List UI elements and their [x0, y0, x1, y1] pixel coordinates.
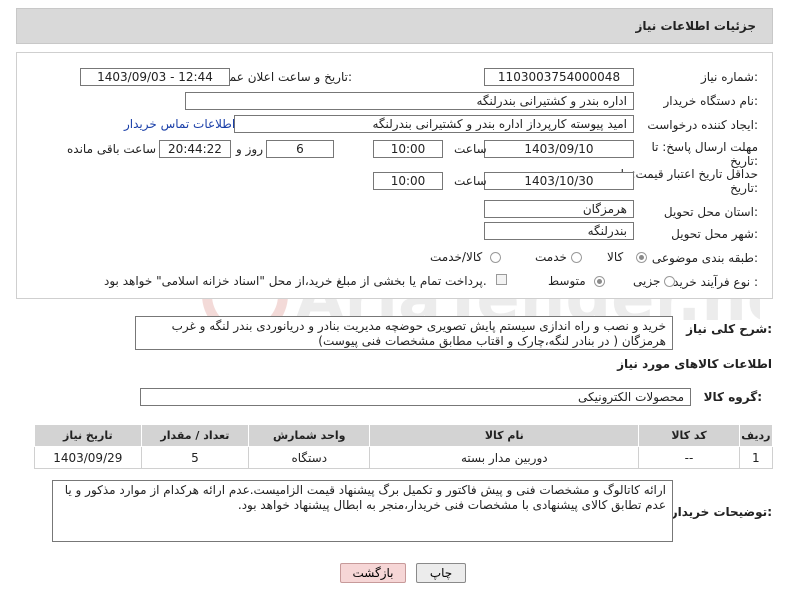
col-code-header: کد کالا — [638, 424, 740, 447]
reply-time-field: 10:00 — [373, 140, 443, 158]
row-number: 1 — [738, 446, 774, 469]
requester-field: امید پیوسته کارپرداز اداره بندر و کشتیرا… — [234, 115, 634, 133]
price-deadline-label-2: تاریخ: — [730, 181, 758, 195]
category-service-label: خدمت — [535, 250, 567, 264]
price-date-field: 1403/10/30 — [484, 172, 634, 190]
purchase-medium-radio[interactable] — [594, 276, 605, 287]
category-goods-label: کالا — [607, 250, 624, 264]
delivery-city-field: بندرلنگه — [484, 222, 634, 240]
remaining-label: ساعت باقی مانده — [67, 142, 157, 156]
announce-datetime-field: 1403/09/03 - 12:44 — [80, 68, 230, 86]
purchase-minor-label: جزیی — [633, 274, 661, 288]
buyer-notes-label: توضیحات خریدار: — [670, 505, 772, 519]
category-goods-service-label: کالا/خدمت — [430, 250, 483, 264]
buyer-notes-field: ارائه کاتالوگ و مشخصات فنی و پیش فاکتور … — [52, 480, 673, 542]
table-row: 1 -- دوربین مدار بسته دستگاه 5 1403/09/2… — [34, 446, 774, 469]
row-unit: دستگاه — [248, 446, 371, 469]
reply-days-field: 6 — [266, 140, 334, 158]
back-button[interactable]: بازگشت — [340, 563, 406, 583]
col-name-header: نام کالا — [369, 424, 640, 447]
buyer-contact-link[interactable]: اطلاعات تماس خریدار — [124, 117, 235, 131]
price-time-field: 10:00 — [373, 172, 443, 190]
need-number-label: شماره نیاز: — [700, 70, 758, 84]
goods-group-label: گروه کالا: — [703, 390, 762, 404]
category-goods-service-radio[interactable] — [490, 252, 501, 263]
treasury-payment-note: پرداخت تمام یا بخشی از مبلغ خرید،از محل … — [104, 274, 487, 288]
delivery-city-label: شهر محل تحویل: — [671, 227, 758, 241]
reply-deadline-label: مهلت ارسال پاسخ: تا — [651, 140, 758, 154]
price-deadline-label: حداقل تاریخ اعتبار قیمت: تا — [620, 167, 758, 181]
goods-table: ردیف کد کالا نام کالا واحد شمارش تعداد /… — [34, 424, 774, 469]
category-service-radio[interactable] — [571, 252, 582, 263]
delivery-province-field: هرمزگان — [484, 200, 634, 218]
row-name: دوربین مدار بسته — [369, 446, 640, 469]
day-and-label: روز و — [236, 142, 263, 156]
category-goods-radio[interactable] — [636, 252, 647, 263]
general-desc-label: شرح کلی نیاز: — [686, 322, 772, 336]
col-row-header: ردیف — [738, 424, 774, 447]
buyer-org-field: اداره بندر و کشتیرانی بندرلنگه — [185, 92, 634, 110]
goods-info-heading: اطلاعات کالاهای مورد نیاز — [617, 357, 772, 371]
goods-table-header: ردیف کد کالا نام کالا واحد شمارش تعداد /… — [34, 424, 774, 447]
row-qty: 5 — [140, 446, 250, 469]
row-code: -- — [638, 446, 740, 469]
reply-date-field: 1403/09/10 — [484, 140, 634, 158]
purchase-medium-label: متوسط — [548, 274, 586, 288]
price-time-label: ساعت — [454, 174, 487, 188]
general-desc-field: خرید و نصب و راه اندازی سیستم پایش تصویر… — [135, 316, 673, 350]
purchase-minor-radio[interactable] — [664, 276, 675, 287]
page-title: جزئیات اطلاعات نیاز — [635, 19, 756, 33]
col-unit-header: واحد شمارش — [248, 424, 371, 447]
col-qty-header: تعداد / مقدار — [140, 424, 250, 447]
need-number-field: 1103003754000048 — [484, 68, 634, 86]
page-header: جزئیات اطلاعات نیاز — [16, 8, 773, 44]
purchase-type-label: نوع فرآیند خرید : — [673, 275, 758, 289]
row-date: 1403/09/29 — [34, 446, 142, 469]
requester-label: ایجاد کننده درخواست: — [647, 118, 758, 132]
reply-time-label: ساعت — [454, 142, 487, 156]
category-label: طبقه بندی موضوعی: — [651, 251, 758, 265]
treasury-payment-checkbox[interactable] — [496, 274, 507, 285]
delivery-province-label: استان محل تحویل: — [663, 205, 758, 219]
reply-deadline-label-2: تاریخ: — [730, 154, 758, 168]
print-button[interactable]: چاپ — [416, 563, 466, 583]
col-date-header: تاریخ نیاز — [34, 424, 142, 447]
remaining-time-field: 20:44:22 — [159, 140, 231, 158]
buyer-org-label: نام دستگاه خریدار: — [663, 94, 759, 108]
goods-group-field: محصولات الکترونیکی — [140, 388, 691, 406]
